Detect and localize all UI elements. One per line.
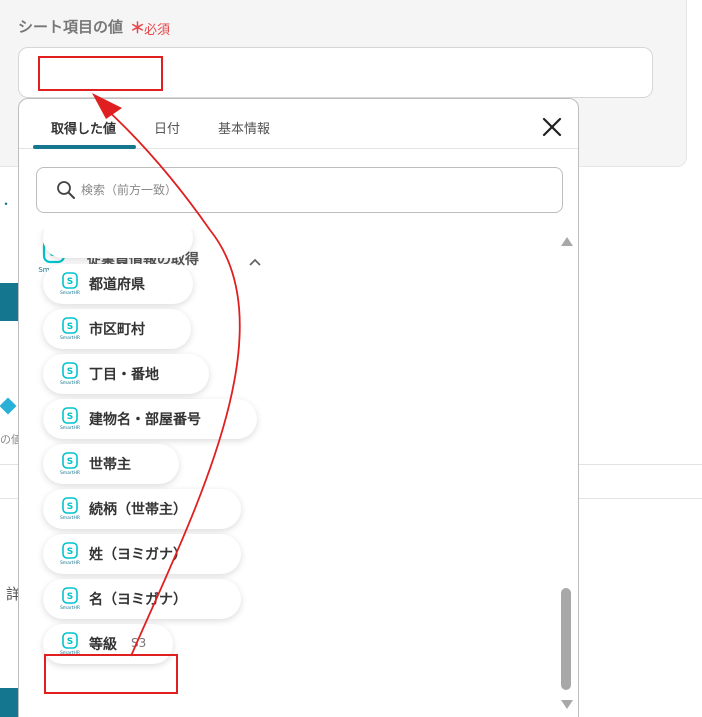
background-diamond-icon: [0, 397, 17, 415]
list-item-label: 市区町村: [89, 322, 145, 338]
scrollbar[interactable]: [559, 237, 577, 717]
smarthr-icon: S SmartHR: [60, 587, 80, 611]
svg-text:SmartHR: SmartHR: [60, 470, 80, 476]
smarthr-icon: S SmartHR: [60, 272, 80, 296]
svg-text:SmartHR: SmartHR: [60, 560, 80, 566]
svg-text:S: S: [67, 592, 73, 602]
value-list: S SmartHR 従業員情報の取得 SSmartHR都道府県SSmartHR市…: [19, 229, 559, 717]
list-item[interactable]: S SmartHR 建物名・部屋番号: [43, 399, 257, 439]
active-tab-indicator: [33, 145, 136, 149]
svg-text:SmartHR: SmartHR: [60, 605, 80, 611]
background-button[interactable]: [0, 283, 20, 321]
list-item-label: 姓（ヨミガナ）: [89, 547, 187, 563]
list-item[interactable]: S SmartHR 都道府県: [43, 264, 193, 304]
list-item[interactable]: S SmartHR 名（ヨミガナ）: [43, 579, 241, 619]
svg-text:S: S: [67, 322, 73, 332]
list-item[interactable]: S SmartHR 姓（ヨミガナ）: [43, 534, 241, 574]
svg-text:S: S: [67, 367, 73, 377]
background-fragment-dot: ・: [0, 197, 13, 211]
chevron-up-icon: [249, 252, 261, 266]
smarthr-icon: S SmartHR: [60, 317, 80, 341]
search-icon: [56, 180, 76, 200]
svg-text:SmartHR: SmartHR: [60, 425, 80, 431]
tab-date[interactable]: 日付: [154, 118, 180, 137]
smarthr-icon: S SmartHR: [60, 407, 80, 431]
tab-basic-info[interactable]: 基本情報: [218, 118, 270, 137]
svg-text:S: S: [67, 637, 73, 647]
svg-text:S: S: [67, 412, 73, 422]
field-label: シート項目の値: [18, 18, 124, 36]
svg-text:S: S: [67, 502, 73, 512]
list-item-value: S3: [131, 636, 147, 650]
tab-acquired-values[interactable]: 取得した値: [51, 118, 116, 137]
smarthr-icon: S SmartHR: [60, 452, 80, 476]
list-item-label: 続柄（世帯主）: [89, 502, 187, 518]
smarthr-icon: S SmartHR: [60, 362, 80, 386]
list-item[interactable]: S SmartHR 丁目・番地: [43, 354, 209, 394]
smarthr-icon: S SmartHR: [60, 632, 80, 656]
list-item-label: 等級: [89, 637, 117, 653]
scrollbar-thumb[interactable]: [561, 588, 571, 690]
background-button[interactable]: [0, 688, 20, 717]
svg-text:S: S: [67, 547, 73, 557]
list-item-partial[interactable]: [43, 229, 193, 258]
list-item[interactable]: S SmartHR 続柄（世帯主）: [43, 489, 241, 529]
required-mark: ＊: [130, 19, 146, 37]
svg-text:S: S: [67, 277, 73, 287]
list-item-label: 建物名・部屋番号: [89, 412, 201, 428]
required-text: 必須: [144, 23, 171, 38]
list-item-label: 丁目・番地: [89, 367, 159, 383]
svg-text:SmartHR: SmartHR: [60, 335, 80, 341]
svg-text:SmartHR: SmartHR: [60, 515, 80, 521]
smarthr-icon: S SmartHR: [60, 542, 80, 566]
search-box: [36, 167, 563, 213]
smarthr-icon: S SmartHR: [60, 497, 80, 521]
annotation-highlight-target: [38, 56, 163, 91]
search-input[interactable]: [81, 180, 541, 200]
scroll-up-arrow-icon[interactable]: [561, 237, 573, 246]
list-item[interactable]: S SmartHR 市区町村: [43, 309, 191, 349]
svg-text:S: S: [67, 457, 73, 467]
scroll-down-arrow-icon[interactable]: [561, 700, 573, 709]
svg-text:SmartHR: SmartHR: [60, 380, 80, 386]
list-item[interactable]: S SmartHR 世帯主: [43, 444, 179, 484]
close-icon[interactable]: [540, 115, 564, 139]
list-item-label: 世帯主: [89, 457, 131, 473]
tab-bar: 取得した値 日付 基本情報: [19, 99, 578, 149]
list-item-label: 都道府県: [89, 277, 145, 293]
value-picker-panel: 取得した値 日付 基本情報 S SmartHR 従業員情報の取得: [18, 98, 579, 717]
annotation-highlight-source: [44, 654, 178, 694]
list-item-label: 名（ヨミガナ）: [89, 592, 187, 608]
svg-text:SmartHR: SmartHR: [60, 290, 80, 296]
